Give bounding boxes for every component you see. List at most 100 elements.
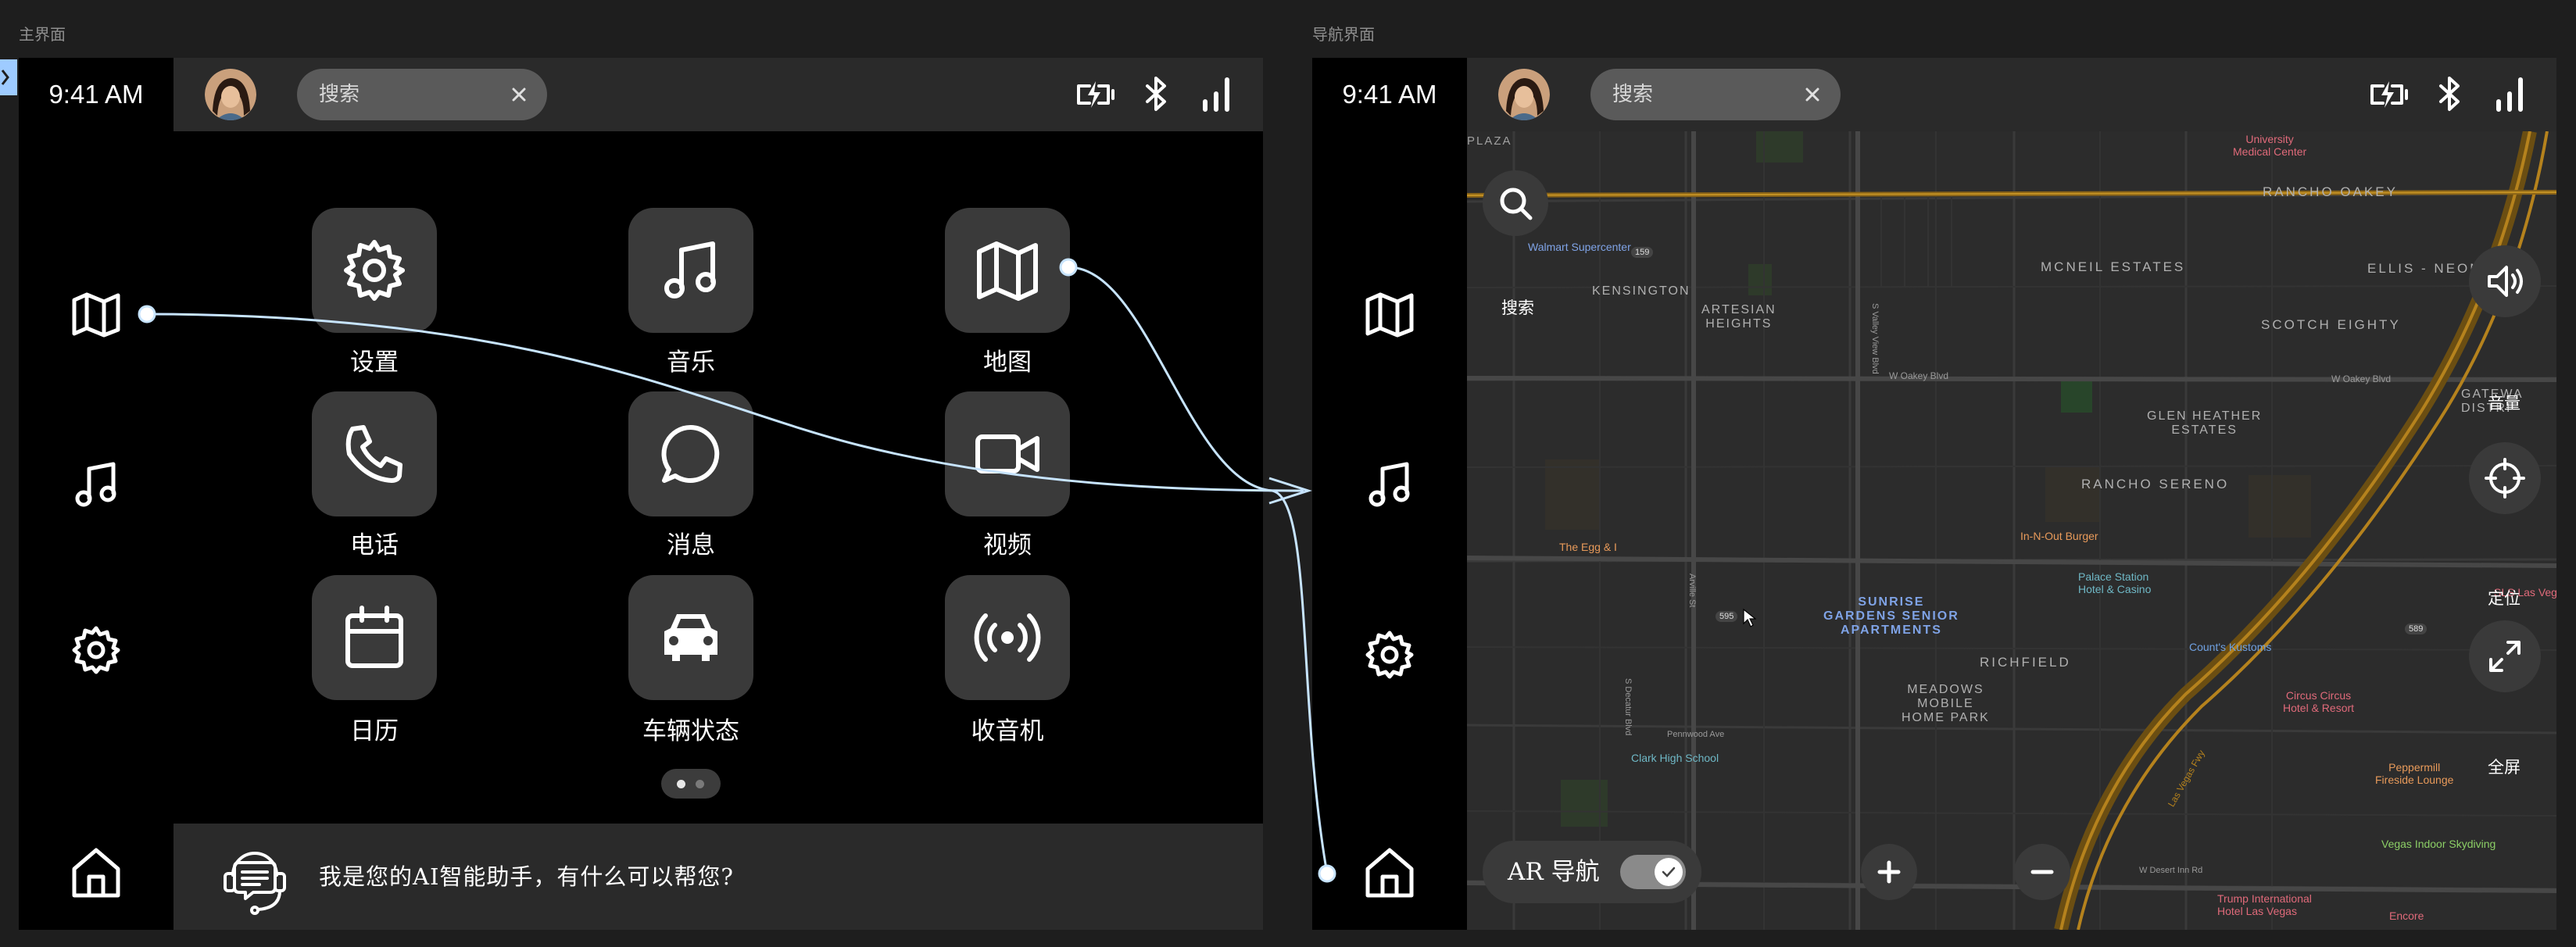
sidebar-map-icon[interactable] [1361, 286, 1418, 342]
volume-button[interactable] [2469, 245, 2541, 317]
app-settings[interactable] [312, 208, 437, 333]
clear-search-icon[interactable] [508, 84, 530, 105]
app-calendar[interactable] [312, 575, 437, 700]
app-label: 消息 [667, 531, 715, 559]
volume-icon [2488, 266, 2523, 297]
volume-label: 音量 [2488, 394, 2521, 413]
car-icon [664, 614, 717, 661]
app-label: 音乐 [667, 348, 715, 377]
map-search-button[interactable] [1483, 170, 1548, 236]
map-poi-label: Circus Circus Hotel & Resort [2283, 689, 2355, 714]
sidebar-home-icon[interactable] [68, 844, 124, 900]
signal-icon [1203, 77, 1229, 112]
assistant-prompt: 我是您的AI智能助手，有什么可以帮您? [319, 863, 734, 890]
avatar[interactable] [205, 69, 256, 120]
app-map[interactable] [945, 208, 1070, 333]
map-poi-label: Encore [2389, 909, 2424, 922]
map-label: SUNRISE GARDENS SENIOR APARTMENTS [1823, 595, 1959, 637]
map-label: SCOTCH EIGHTY [2261, 317, 2401, 332]
map-label: KENSINGTON [1592, 284, 1690, 298]
zoom-in-button[interactable] [1861, 844, 1917, 900]
map-poi-label: Palace Station Hotel & Casino [2078, 570, 2152, 595]
map-poi-label: Walmart Supercenter [1528, 241, 1631, 253]
map-street-label: W Oakey Blvd [2331, 373, 2392, 384]
map-street-label: W Oakey Blvd [1889, 370, 1949, 381]
route-shield: 589 [2405, 624, 2428, 634]
app-label: 视频 [983, 531, 1032, 559]
nav-frame-label: 导航界面 [1312, 25, 1375, 44]
connection-arrow [1268, 477, 1312, 505]
map-street-label: Arville St [1687, 574, 1697, 608]
sidebar-settings-icon[interactable] [1361, 627, 1418, 683]
map-label: RICHFIELD [1980, 655, 2071, 670]
mouse-cursor-icon [1743, 608, 1756, 627]
signal-icon [2496, 77, 2523, 112]
map-label: GLEN HEATHER ESTATES [2147, 409, 2263, 437]
ai-assistant-bar[interactable]: 我是您的AI智能助手，有什么可以帮您? [174, 824, 1263, 930]
avatar[interactable] [1498, 69, 1550, 120]
prototype-marker-icon [0, 59, 17, 95]
sidebar-settings-icon[interactable] [68, 622, 124, 678]
sidebar-home-icon[interactable] [1361, 844, 1418, 900]
app-vehicle-status[interactable] [628, 575, 753, 700]
zoom-out-button[interactable] [2014, 844, 2070, 900]
map-street-label: S Decatur Blvd [1623, 678, 1633, 736]
map-label: RANCHO OAKEY [2263, 184, 2398, 199]
ar-toggle[interactable] [1620, 855, 1686, 889]
bluetooth-icon [2439, 77, 2460, 111]
home-screen: 9:41 AM 搜索 设置 音乐 地图 电话 消息 视频 日历 车辆状态 收音机… [19, 58, 1263, 930]
phone-icon [345, 425, 402, 483]
app-label: 电话 [350, 531, 399, 559]
plus-icon [1877, 860, 1901, 884]
battery-charging-icon [1077, 81, 1114, 108]
map-label: MEADOWS MOBILE HOME PARK [1902, 683, 1990, 724]
app-phone[interactable] [312, 391, 437, 516]
page-dot [696, 780, 704, 788]
sidebar-map-icon[interactable] [68, 286, 124, 342]
route-shield: 595 [1716, 611, 1738, 622]
expand-icon [2489, 641, 2521, 672]
app-label: 收音机 [971, 717, 1044, 745]
search-input[interactable]: 搜索 [297, 69, 547, 120]
music-icon [664, 241, 716, 298]
map-street-label: S Valley View Blvd [1870, 303, 1880, 374]
map-poi-label: Trump International Hotel Las Vegas [2217, 892, 2312, 917]
map-search-label: 搜索 [1501, 298, 1534, 317]
bluetooth-icon [1146, 77, 1166, 111]
fullscreen-button[interactable] [2469, 620, 2541, 692]
map-label: MCNEIL ESTATES [2041, 259, 2186, 274]
search-icon [1500, 188, 1533, 220]
radio-icon [974, 613, 1041, 662]
map-icon [977, 241, 1038, 301]
app-music[interactable] [628, 208, 753, 333]
minus-icon [2030, 870, 2054, 874]
map-poi-label: Clark High School [1631, 752, 1719, 764]
clear-search-icon[interactable] [1801, 84, 1823, 105]
app-label: 日历 [350, 717, 399, 745]
app-label: 车辆状态 [642, 717, 739, 745]
map-poi-label: Count's Kustoms [2189, 641, 2272, 653]
map-street-label: Pennwood Ave [1667, 730, 1725, 739]
app-messages[interactable] [628, 391, 753, 516]
fullscreen-label: 全屏 [2488, 758, 2521, 777]
route-shield: 159 [1631, 247, 1654, 258]
search-input[interactable]: 搜索 [1590, 69, 1841, 120]
locate-button[interactable] [2469, 442, 2541, 514]
page-indicator[interactable] [661, 769, 721, 799]
ai-assistant-icon [224, 852, 286, 915]
sidebar-music-icon[interactable] [68, 456, 124, 513]
app-radio[interactable] [945, 575, 1070, 700]
battery-charging-icon [2370, 81, 2408, 108]
clock: 9:41 AM [1342, 80, 1437, 109]
sidebar-music-icon[interactable] [1361, 456, 1418, 513]
map-label: PLAZA [1467, 134, 1512, 148]
map-poi-label: Vegas Indoor Skydiving [2381, 838, 2496, 850]
map-label: ELLIS - NEON [2367, 261, 2482, 276]
app-video[interactable] [945, 391, 1070, 516]
clock: 9:41 AM [48, 80, 144, 109]
map-label: ARTESIAN HEIGHTS [1701, 303, 1776, 331]
app-label: 设置 [350, 348, 399, 377]
map-street-label: W Desert Inn Rd [2139, 866, 2203, 875]
map-view[interactable]: PLAZA University Medical Center RANCHO O… [1467, 131, 2556, 930]
video-icon [975, 434, 1039, 474]
